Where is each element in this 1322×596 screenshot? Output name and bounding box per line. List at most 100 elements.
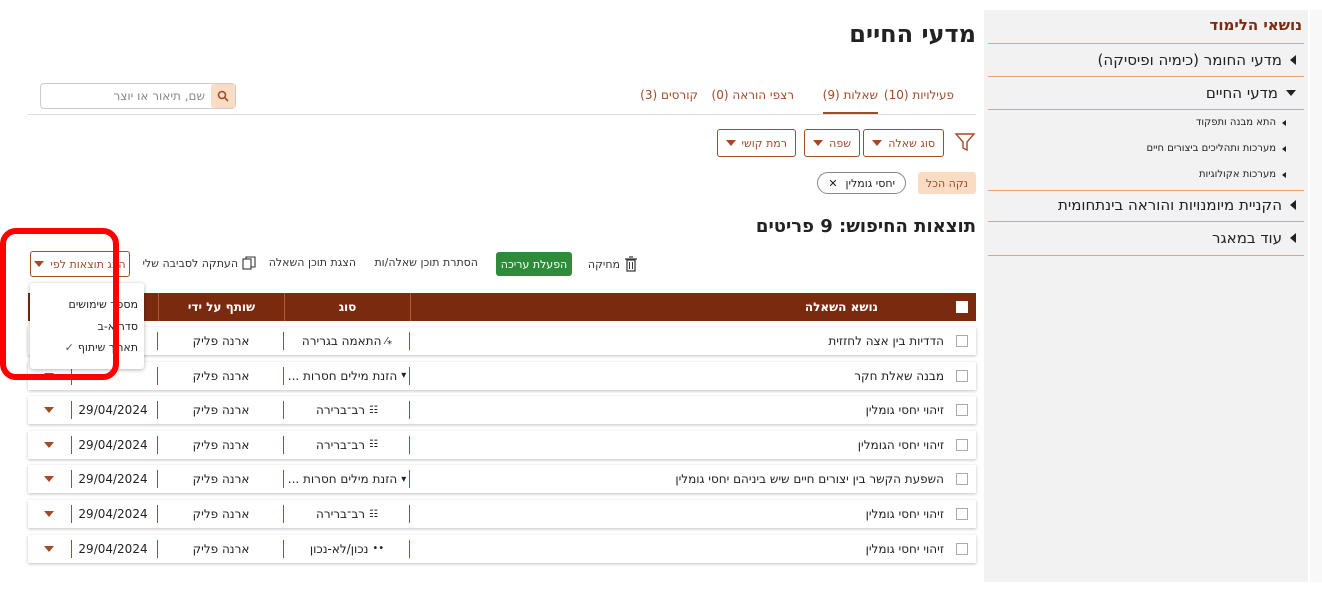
sidebar-subitem-ecology[interactable]: מערכות אקולוגיות [1199, 169, 1286, 180]
row-checkbox[interactable] [956, 465, 968, 493]
tab-courses[interactable]: קורסים (3) [640, 88, 698, 102]
sidebar-item-skills[interactable]: הקניית מיומנויות והוראה בינתחומית [1058, 196, 1296, 214]
filter-icon[interactable] [954, 131, 976, 153]
row-checkbox[interactable] [956, 535, 968, 563]
chevron-down-icon [725, 140, 736, 146]
divider [988, 109, 1304, 110]
drag-match-icon: ⁎⁄ [385, 335, 393, 347]
header-shared-by: שותף על ידי [158, 293, 284, 321]
row-date-label: 29/04/2024 [78, 507, 148, 521]
row-shared-by-label: ארנה פליק [192, 437, 250, 452]
chevron-left-icon [1290, 200, 1296, 210]
sort-by-button[interactable]: הצג תוצאות לפי [30, 251, 130, 277]
row-shared-by: ארנה פליק [158, 362, 284, 390]
table-row[interactable]: זיהוי יחסי הגומלין ☷ רב־ברירה ארנה פליק 29/0… [28, 430, 976, 459]
divider [71, 539, 72, 558]
search-input[interactable] [41, 84, 209, 108]
row-subject-label: זיהוי יחסי הגומלין [857, 437, 944, 452]
table-row[interactable]: מבנה שאלת חקר ▾ הזנת מילים חסרות ... ארנה פ… [28, 361, 976, 390]
row-type: ☷ רב־ברירה [284, 500, 410, 528]
chevron-down-icon[interactable] [44, 476, 54, 483]
row-subject-label: זיהוי יחסי גומלין [865, 507, 944, 521]
copy-button[interactable]: העתקה לסביבה שלי [142, 256, 256, 270]
language-filter[interactable]: שפה [804, 129, 860, 157]
sort-option-alphabetical[interactable]: סדר א-ב [97, 320, 138, 333]
header-subject-label: נושא השאלה [804, 300, 878, 314]
row-type-label: הזנת מילים חסרות ... [287, 368, 398, 383]
list-icon: ☷ [369, 404, 379, 416]
row-date: 29/04/2024 [68, 465, 158, 493]
show-content-button[interactable]: הצגת תוכן השאלה [269, 256, 356, 269]
chevron-down-icon[interactable] [44, 407, 54, 414]
header-subject: נושא השאלה [410, 293, 976, 321]
row-checkbox[interactable] [956, 431, 968, 459]
table-row[interactable]: הדדיות בין אצה לחזזית ⁎⁄ התאמה בגרירה ארנה … [28, 327, 976, 355]
row-date: 29/04/2024 [68, 535, 158, 563]
divider [71, 505, 72, 523]
table-row[interactable]: השפעת הקשר בין יצורים חיים שיש ביניהם יח… [28, 465, 976, 494]
sidebar-subitem-label: מערכות ותהליכים ביצורים חיים [1146, 143, 1276, 154]
divider [71, 470, 72, 489]
search-icon [217, 90, 229, 102]
trash-icon [625, 256, 637, 272]
tab-questions[interactable]: שאלות (9) [822, 88, 878, 114]
row-shared-by-label: ארנה פליק [192, 507, 250, 521]
list-icon: ☷ [369, 439, 379, 451]
tab-teaching-sequences[interactable]: רצפי הוראה (0) [712, 88, 794, 102]
row-subject: זיהוי יחסי הגומלין [424, 431, 944, 459]
row-subject-label: הדדיות בין אצה לחזזית [828, 334, 944, 348]
row-date: 29/04/2024 [68, 396, 158, 424]
copy-label: העתקה לסביבה שלי [142, 256, 238, 270]
chevron-left-icon [1290, 233, 1296, 243]
scrollbar[interactable] [1310, 10, 1322, 582]
table-row[interactable]: זיהוי יחסי גומלין ☷ רב־ברירה ארנה פליק 29/04… [28, 396, 976, 425]
row-subject: זיהוי יחסי גומלין [424, 535, 944, 563]
row-subject: מבנה שאלת חקר [424, 362, 944, 390]
chevron-left-icon [1290, 55, 1296, 65]
row-shared-by-label: ארנה פליק [192, 403, 250, 418]
close-icon[interactable]: ✕ [828, 177, 837, 190]
sidebar-item-physical-sciences[interactable]: מדעי החומר (כימיה ופיסיקה) [1098, 51, 1296, 69]
edit-button[interactable]: הפעלת עריכה [496, 252, 572, 276]
sidebar-subitem-label: התא מבנה ותפקוד [1195, 117, 1276, 128]
chevron-down-icon[interactable] [44, 545, 54, 552]
sidebar-item-more[interactable]: עוד במאגר [1212, 229, 1296, 247]
chevron-down-icon[interactable] [44, 372, 54, 379]
row-checkbox[interactable] [956, 327, 968, 355]
row-checkbox[interactable] [956, 500, 968, 528]
row-checkbox[interactable] [956, 362, 968, 390]
clear-all-button[interactable]: נקה הכל [918, 172, 976, 194]
row-type: ☷ רב־ברירה [284, 431, 410, 459]
sort-option-usage[interactable]: מספר שימושים [69, 298, 138, 311]
sidebar-subitem-cell[interactable]: התא מבנה ותפקוד [1196, 117, 1286, 128]
row-subject-label: זיהוי יחסי גומלין [865, 403, 944, 418]
sidebar-subitem-systems[interactable]: מערכות ותהליכים ביצורים חיים [1146, 143, 1286, 154]
sidebar-item-life-sciences[interactable]: מדעי החיים [1206, 84, 1296, 102]
table-row[interactable]: זיהוי יחסי גומלין ☷ רב־ברירה ארנה פליק 29/04… [28, 500, 976, 528]
search-button[interactable] [211, 84, 235, 108]
hide-content-button[interactable]: הסתרת תוכן שאלה/ות [374, 256, 478, 269]
sort-option-usage-label: מספר שימושים [68, 298, 138, 311]
search-box [40, 83, 236, 109]
row-type: ⁎⁄ התאמה בגרירה [284, 327, 410, 355]
table-row[interactable]: זיהוי יחסי גומלין •• נכון/לא-נכון ארנה פליק… [28, 534, 976, 563]
row-date-label: 29/04/2024 [78, 403, 148, 418]
row-date-label: 29/04/2024 [78, 541, 148, 556]
chevron-down-icon[interactable] [44, 511, 54, 517]
chevron-down-icon[interactable] [44, 441, 54, 448]
delete-button[interactable]: מחיקה [588, 256, 638, 272]
filter-chip: יחסי גומלין ✕ [817, 172, 906, 194]
sort-option-share-date[interactable]: תאריך שיתוף ✓ [65, 341, 138, 354]
difficulty-filter[interactable]: רמת קושי [716, 129, 796, 157]
filter-chip-label: יחסי גומלין [845, 176, 895, 190]
row-date-label: 29/04/2024 [78, 472, 148, 487]
divider [71, 401, 72, 420]
chevron-left-icon [1282, 145, 1286, 152]
question-type-filter[interactable]: סוג שאלה [863, 129, 944, 157]
row-type: ▾ הזנת מילים חסרות ... [284, 362, 410, 390]
chevron-left-icon [1282, 119, 1286, 126]
tab-activities[interactable]: פעילויות (10) [884, 88, 954, 102]
sidebar-item-label: מדעי החיים [1205, 84, 1278, 102]
row-checkbox[interactable] [956, 396, 968, 424]
row-subject: זיהוי יחסי גומלין [424, 396, 944, 424]
